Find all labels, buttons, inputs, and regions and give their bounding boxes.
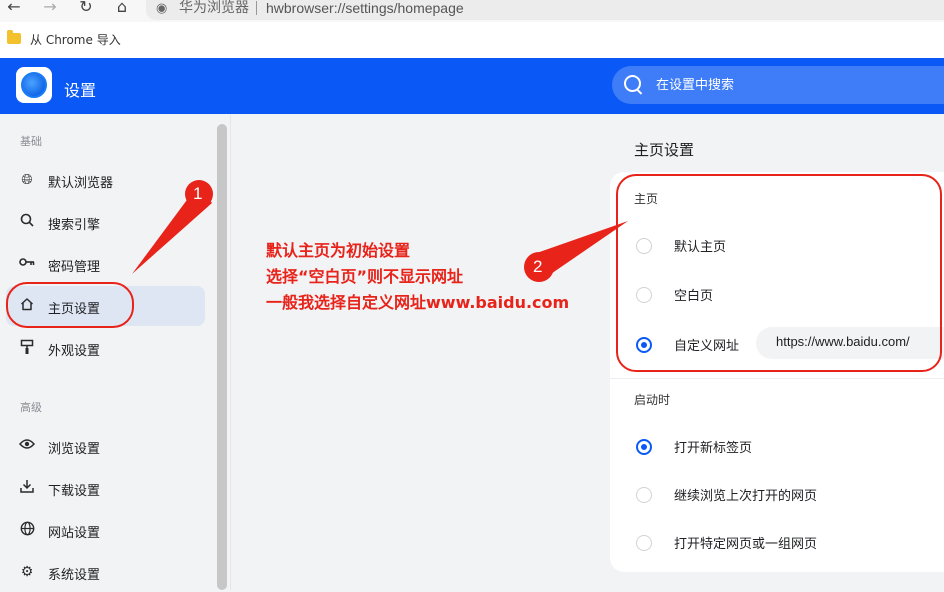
annotation-line: 选择“空白页”则不显示网址 — [266, 267, 464, 286]
annotation-line: 默认主页为初始设置 — [266, 241, 411, 260]
annotation-note: 默认主页为初始设置 选择“空白页”则不显示网址 一般我选择自定义网址www.ba… — [266, 238, 569, 316]
annotation-badge-1-label: 1 — [193, 184, 203, 203]
annotation-line: 一般我选择自定义网址www.baidu.com — [266, 293, 570, 312]
